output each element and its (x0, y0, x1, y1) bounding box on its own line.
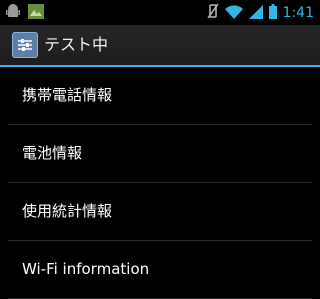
vibrate-off-icon (206, 3, 219, 23)
status-clock: 1:41 (282, 5, 314, 21)
page-title: テスト中 (44, 35, 109, 54)
settings-list: 携帯電話情報 電池情報 使用統計情報 Wi-Fi information (0, 67, 320, 299)
notification-image-icon (28, 4, 44, 23)
action-bar: テスト中 (0, 25, 320, 65)
signal-icon (248, 4, 263, 23)
list-item-label: 電池情報 (22, 144, 83, 162)
battery-icon (268, 3, 277, 23)
status-right-icons: 1:41 (206, 3, 314, 23)
list-item-wifi-information[interactable]: Wi-Fi information (8, 241, 312, 298)
list-item-label: Wi-Fi information (22, 260, 150, 278)
list-item-phone-info[interactable]: 携帯電話情報 (8, 67, 312, 124)
list-item-usage-stats[interactable]: 使用統計情報 (8, 183, 312, 240)
android-debug-icon (6, 4, 20, 23)
status-bar: 1:41 (0, 0, 320, 25)
settings-sliders-icon[interactable] (12, 32, 38, 58)
list-item-battery-info[interactable]: 電池情報 (8, 125, 312, 182)
wifi-icon (224, 4, 243, 23)
list-item-label: 携帯電話情報 (22, 86, 113, 104)
list-item-label: 使用統計情報 (22, 202, 113, 220)
status-left-icons (6, 4, 44, 23)
